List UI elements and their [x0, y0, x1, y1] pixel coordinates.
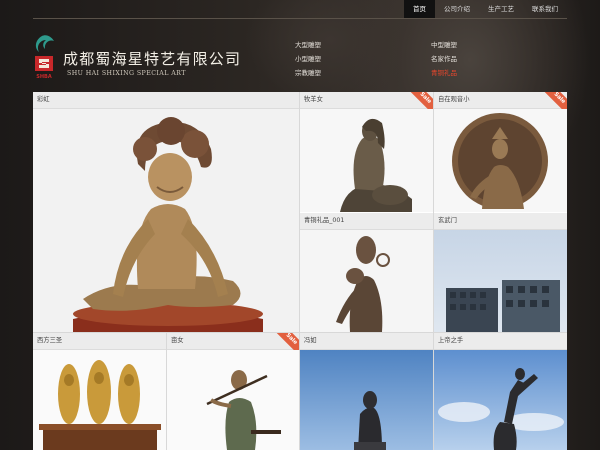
nav-home[interactable]: 首页	[404, 0, 435, 18]
gallery-tile-rainbow[interactable]: 彩虹	[33, 92, 299, 332]
category-small-sculpture[interactable]: 小型雕塑	[295, 52, 321, 66]
sculpture-image	[300, 350, 433, 450]
nav-company-intro[interactable]: 公司介绍	[435, 0, 479, 18]
nav-divider	[33, 18, 567, 19]
tile-caption: 青铜礼品_001	[300, 213, 433, 230]
top-nav: 首页 公司介绍 生产工艺 联系我们	[404, 0, 567, 18]
category-master-works[interactable]: 名家作品	[431, 52, 457, 66]
nav-contact-us[interactable]: 联系我们	[523, 0, 567, 18]
tile-caption: 西方三圣	[33, 333, 166, 350]
tile-caption: 玄武门	[434, 213, 567, 230]
sculpture-image	[300, 109, 433, 212]
category-religious-sculpture[interactable]: 宗教雕塑	[295, 66, 321, 80]
grid-divider	[433, 92, 434, 450]
sculpture-image	[33, 350, 166, 450]
gallery-tile-feng-ru[interactable]: 冯如	[300, 333, 433, 450]
nav-production-process[interactable]: 生产工艺	[479, 0, 523, 18]
gallery-tile-hand-of-god[interactable]: 上帝之手	[434, 333, 567, 450]
gallery-tile-guanyin[interactable]: 自在观音小 Sale	[434, 92, 567, 212]
sculpture-image	[434, 109, 567, 212]
sculpture-image	[434, 230, 567, 332]
tile-caption: 冯如	[300, 333, 433, 350]
sculpture-image	[300, 230, 433, 332]
sculpture-image	[167, 350, 299, 450]
gallery-tile-bronze-gift[interactable]: 青铜礼品_001	[300, 213, 433, 332]
gallery-tile-shepherdess[interactable]: 牧羊女 Sale	[300, 92, 433, 212]
product-gallery: 彩虹 牧羊女 Sale 自在观音小 Sale 青铜礼品_001 玄武门 西方三圣…	[33, 92, 567, 450]
grid-divider	[166, 333, 167, 450]
category-bronze-gifts[interactable]: 青铜礼品	[431, 66, 457, 80]
gallery-tile-three-saints[interactable]: 西方三圣	[33, 333, 166, 450]
sculpture-image	[434, 350, 567, 450]
category-menu-right: 中型雕塑 名家作品 青铜礼品	[431, 38, 457, 80]
gallery-tile-xuanwu-gate[interactable]: 玄武门	[434, 213, 567, 332]
grid-divider	[299, 92, 300, 450]
logo-english-name: SHU HAI SHIXING SPECIAL ART	[67, 70, 186, 77]
svg-text:SHBA: SHBA	[36, 74, 52, 80]
sculpture-image	[33, 109, 299, 332]
category-medium-sculpture[interactable]: 中型雕塑	[431, 38, 457, 52]
logo-mark-icon: SHBA	[35, 35, 54, 80]
tile-caption: 上帝之手	[434, 333, 567, 350]
logo-chinese-name: 成都蜀海星特艺有限公司	[63, 50, 242, 68]
category-large-sculpture[interactable]: 大型雕塑	[295, 38, 321, 52]
page-container: 首页 公司介绍 生产工艺 联系我们 SHBA 成都蜀海星特艺有限公司 SHU H…	[33, 0, 567, 450]
site-logo[interactable]: SHBA 成都蜀海星特艺有限公司 SHU HAI SHIXING SPECIAL…	[33, 34, 253, 84]
grid-divider	[33, 332, 567, 333]
gallery-tile-flute-girl[interactable]: 亩女 Sale	[167, 333, 299, 450]
tile-caption: 彩虹	[33, 92, 299, 109]
category-menu-left: 大型雕塑 小型雕塑 宗教雕塑	[295, 38, 321, 80]
